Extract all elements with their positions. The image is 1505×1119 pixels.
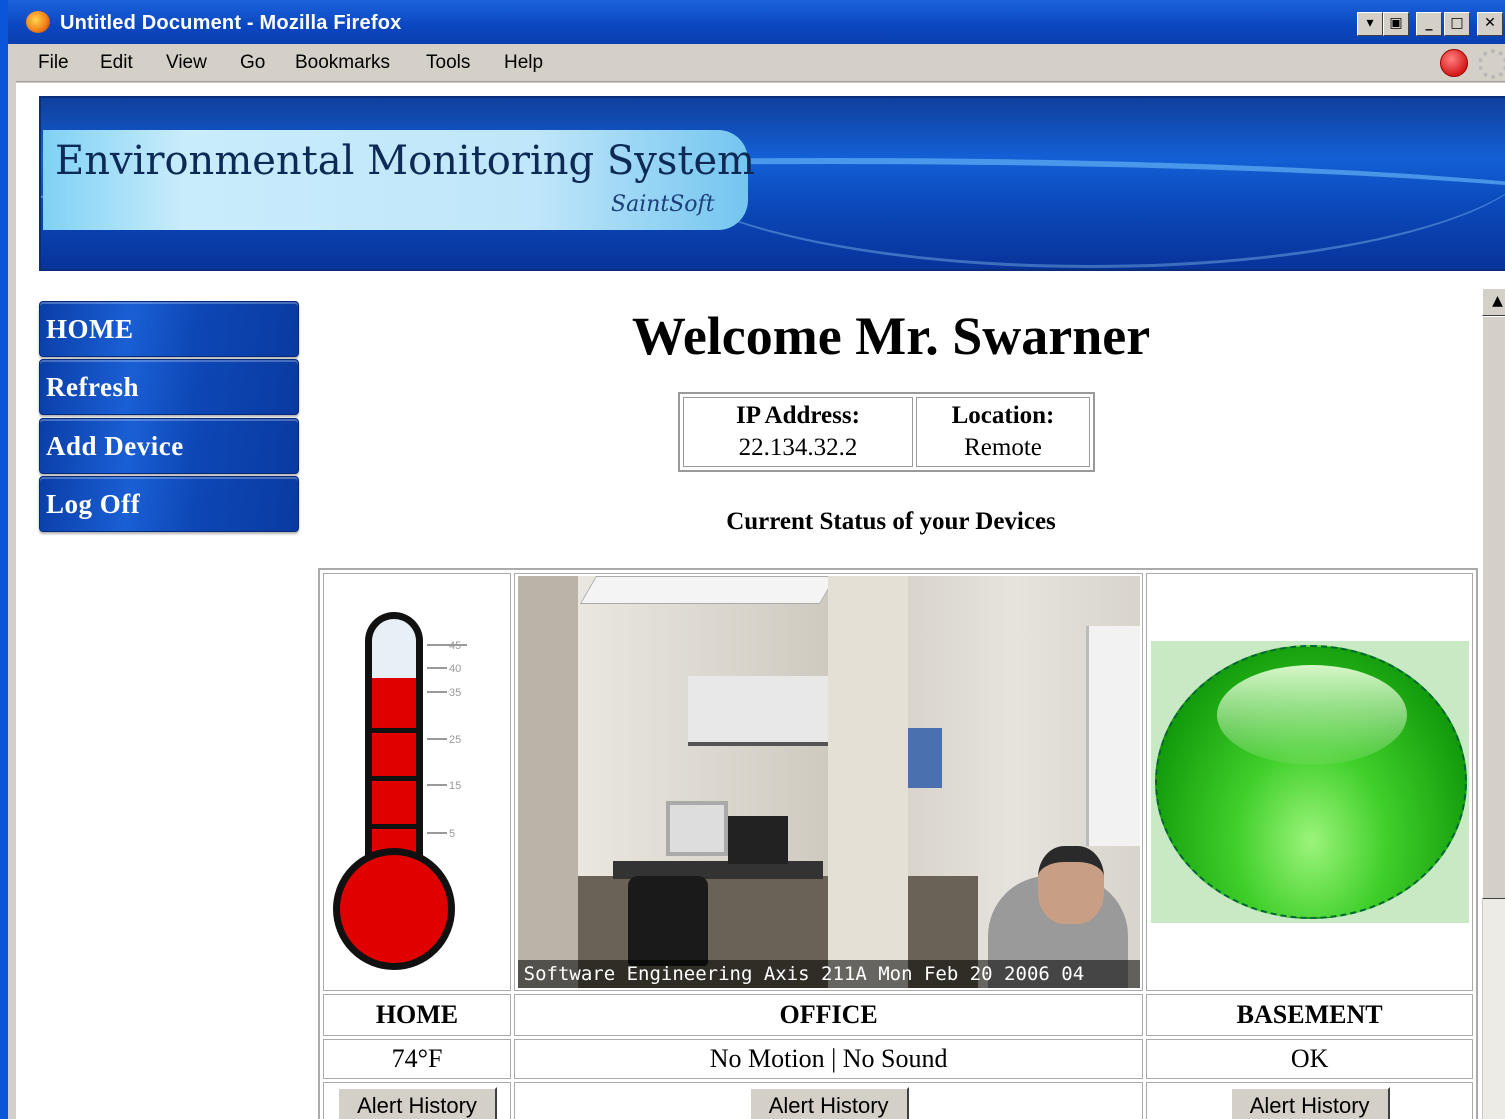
stop-icon[interactable]	[1440, 49, 1468, 77]
camera-scene-poster	[907, 728, 942, 788]
scale-tick	[426, 784, 447, 786]
device-name-home: HOME	[323, 994, 511, 1036]
menu-help[interactable]: Help	[504, 52, 543, 74]
alert-history-button-basement[interactable]: Alert History	[1229, 1087, 1390, 1119]
device-name-office: OFFICE	[513, 994, 1144, 1036]
camera-scene-wall	[517, 576, 578, 988]
nav-log-off-button[interactable]: Log Off	[39, 476, 299, 532]
menu-file[interactable]: File	[38, 52, 69, 74]
thermometer-band	[371, 728, 416, 733]
scroll-up-arrow-icon[interactable]: ▲	[1482, 288, 1505, 316]
menu-tools[interactable]: Tools	[426, 52, 470, 74]
basement-device-image-cell	[1146, 573, 1473, 991]
nav-home-button[interactable]: HOME	[39, 301, 299, 357]
ip-address-label: IP Address:	[736, 402, 860, 429]
device-actions-basement: Alert History	[1146, 1082, 1473, 1119]
scrollbar-thumb[interactable]	[1482, 316, 1505, 899]
alert-history-button-office[interactable]: Alert History	[748, 1087, 909, 1119]
thermometer-band	[371, 824, 416, 829]
ip-address-cell: IP Address: 22.134.32.2	[683, 397, 913, 467]
title-bar[interactable]: Untitled Document - Mozilla Firefox ▾ ▣ …	[8, 0, 1505, 44]
banner-subtitle: SaintSoft	[611, 192, 715, 217]
welcome-heading: Welcome Mr. Swarner	[631, 306, 1151, 366]
device-actions-home: Alert History	[323, 1082, 511, 1119]
nav-add-device-button[interactable]: Add Device	[39, 418, 299, 474]
camera-scene-shelf	[687, 676, 833, 746]
throbber-icon	[1478, 49, 1505, 79]
camera-scene-chair	[627, 876, 708, 966]
maximize-button[interactable]: □	[1444, 12, 1470, 36]
location-cell: Location: Remote	[916, 397, 1090, 467]
camera-scene-pillar	[827, 576, 908, 988]
scale-label: 40	[448, 663, 462, 675]
menu-edit[interactable]: Edit	[100, 52, 133, 74]
scale-tick	[426, 738, 447, 740]
window-menu-button[interactable]: ▾	[1357, 12, 1383, 36]
menu-go[interactable]: Go	[240, 52, 265, 74]
scale-tick	[426, 691, 447, 693]
office-device-image-cell: Software Engineering Axis 211A Mon Feb 2…	[513, 573, 1144, 991]
device-status-basement: OK	[1146, 1039, 1473, 1079]
thermometer-icon: 45 40 35 25 15 5	[327, 592, 507, 972]
restore-button[interactable]: ▣	[1383, 12, 1409, 36]
window-title: Untitled Document - Mozilla Firefox	[60, 12, 402, 34]
scale-label: 45	[448, 640, 462, 652]
page-viewport: Environmental Monitoring System SaintSof…	[16, 83, 1505, 1119]
firefox-icon	[26, 11, 50, 33]
home-device-image-cell: 45 40 35 25 15 5	[323, 573, 511, 991]
nav-refresh-button[interactable]: Refresh	[39, 359, 299, 415]
camera-scene-bookshelf	[1085, 626, 1140, 846]
device-status-home: 74°F	[323, 1039, 511, 1079]
banner-title: Environmental Monitoring System	[55, 138, 756, 184]
status-orb-frame	[1150, 641, 1469, 923]
device-status-office: No Motion | No Sound	[513, 1039, 1144, 1079]
menu-bar: File Edit View Go Bookmarks Tools Help	[16, 44, 1505, 82]
camera-caption: Software Engineering Axis 211A Mon Feb 2…	[517, 960, 1140, 988]
scale-label: 35	[448, 687, 462, 699]
close-button[interactable]: ✕	[1477, 12, 1503, 36]
devices-table: 45 40 35 25 15 5 Software Engineering Ax…	[318, 568, 1478, 1119]
orb-highlight	[1216, 665, 1407, 765]
scale-label: 25	[448, 734, 462, 746]
menu-view[interactable]: View	[166, 52, 207, 74]
camera-scene-monitor	[665, 801, 728, 856]
scale-tick	[426, 832, 447, 834]
device-name-basement: BASEMENT	[1146, 994, 1473, 1036]
device-actions-office: Alert History	[513, 1082, 1144, 1119]
menu-bookmarks[interactable]: Bookmarks	[295, 52, 390, 74]
browser-window: Untitled Document - Mozilla Firefox ▾ ▣ …	[0, 0, 1505, 1119]
scale-tick	[426, 667, 447, 669]
thermometer-band	[371, 776, 416, 781]
camera-scene-monitor	[727, 816, 788, 864]
office-camera-feed: Software Engineering Axis 211A Mon Feb 2…	[517, 576, 1140, 988]
minimize-button[interactable]: _	[1416, 12, 1442, 36]
site-banner: Environmental Monitoring System SaintSof…	[39, 96, 1505, 271]
location-value: Remote	[964, 434, 1042, 461]
camera-scene-light	[579, 576, 836, 604]
status-ok-orb-icon	[1154, 645, 1467, 919]
camera-scene-person-head	[1037, 846, 1104, 924]
thermometer-bulb	[332, 848, 455, 970]
session-info-table: IP Address: 22.134.32.2 Location: Remote	[678, 392, 1095, 472]
scale-label: 15	[448, 780, 462, 792]
devices-status-heading: Current Status of your Devices	[726, 508, 1056, 535]
scale-label: 5	[448, 828, 456, 840]
location-label: Location:	[951, 402, 1055, 429]
alert-history-button-home[interactable]: Alert History	[337, 1087, 497, 1119]
ip-address-value: 22.134.32.2	[738, 434, 858, 461]
